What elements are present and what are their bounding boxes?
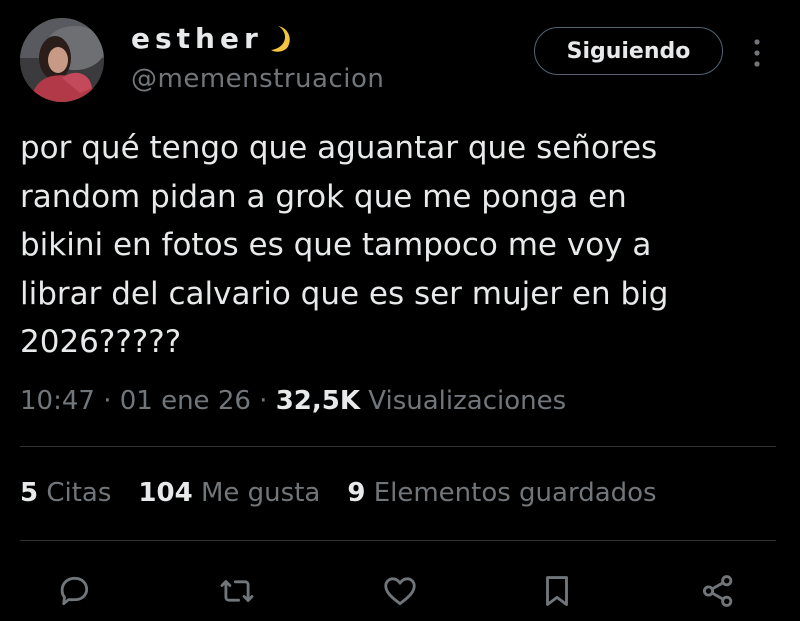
divider xyxy=(20,446,776,447)
bookmark-icon xyxy=(546,576,568,606)
display-name[interactable]: esther xyxy=(131,22,263,55)
like-button[interactable] xyxy=(378,566,422,616)
likes-label: Me gusta xyxy=(200,478,321,508)
tweet-date[interactable]: 01 ene 26 xyxy=(120,386,251,416)
action-bar xyxy=(0,566,800,616)
likes-count: 104 xyxy=(138,478,193,508)
tweet-text: por qué tengo que aguantar que señores r… xyxy=(20,130,669,360)
reply-button[interactable] xyxy=(52,566,96,616)
more-vertical-icon[interactable] xyxy=(750,38,764,68)
tweet-meta: 10:47 · 01 ene 26 · 32,5K Visualizacione… xyxy=(20,386,566,416)
views-count: 32,5K xyxy=(275,386,360,416)
views-label: Visualizaciones xyxy=(368,386,567,416)
share-icon xyxy=(702,575,733,607)
bookmarks-label: Elementos guardados xyxy=(373,478,657,508)
bookmark-button[interactable] xyxy=(535,566,579,616)
tweet-time[interactable]: 10:47 xyxy=(20,386,95,416)
user-handle[interactable]: @memenstruacion xyxy=(131,64,384,94)
avatar[interactable] xyxy=(20,18,104,102)
meta-separator: · xyxy=(103,386,120,416)
meta-separator: · xyxy=(259,386,276,416)
share-button[interactable] xyxy=(696,566,740,616)
following-button[interactable]: Siguiendo xyxy=(534,27,723,75)
divider xyxy=(20,540,776,541)
reply-icon xyxy=(60,576,89,606)
quotes-count: 5 xyxy=(20,478,39,508)
retweet-button[interactable] xyxy=(215,566,259,616)
like-icon xyxy=(384,577,416,606)
quotes-label: Citas xyxy=(46,478,112,508)
retweet-icon xyxy=(220,580,254,602)
display-name-row[interactable]: esther xyxy=(131,22,295,55)
crescent-moon-icon xyxy=(270,25,290,52)
quotes-stat[interactable]: 5 Citas xyxy=(20,478,111,508)
bookmarks-count: 9 xyxy=(347,478,366,508)
profile-avatar-image xyxy=(20,18,104,102)
bookmarks-stat[interactable]: 9 Elementos guardados xyxy=(347,478,656,508)
engagement-stats: 5 Citas 104 Me gusta 9 Elementos guardad… xyxy=(20,478,684,508)
likes-stat[interactable]: 104 Me gusta xyxy=(138,478,320,508)
